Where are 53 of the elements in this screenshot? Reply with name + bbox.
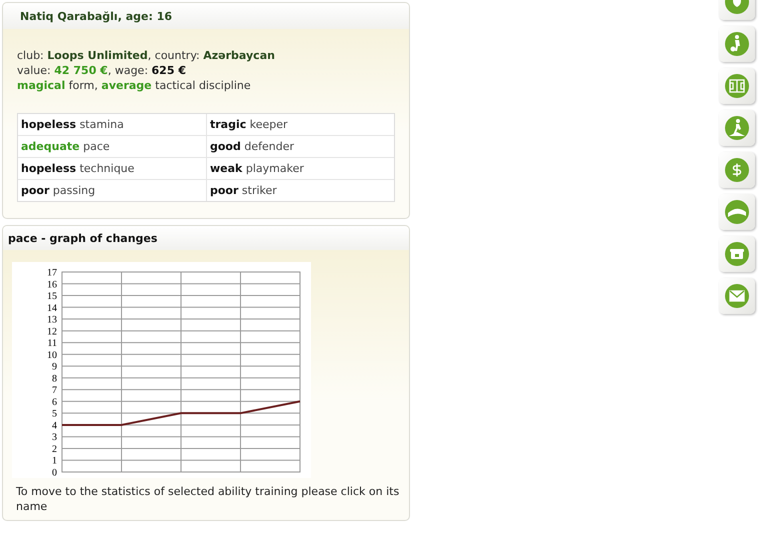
y-tick-label: 17 <box>47 268 57 278</box>
y-tick-label: 15 <box>47 291 57 302</box>
nav-button[interactable] <box>719 278 755 314</box>
player-title: Natiq Qarabağlı, age: 16 <box>3 3 409 29</box>
y-tick-label: 9 <box>52 362 57 373</box>
nav-button[interactable] <box>719 152 755 188</box>
skill-cell-text: poor passing <box>20 183 96 199</box>
value-text: 625 € <box>152 63 186 78</box>
footballer-icon <box>724 31 750 57</box>
y-tick-label: 6 <box>52 396 57 408</box>
nav-button[interactable] <box>719 194 755 230</box>
y-tick-label: 4 <box>52 420 57 432</box>
value-text: 42 750 € <box>54 63 108 78</box>
y-tick-label: 5 <box>52 408 57 420</box>
nav-button[interactable] <box>719 236 755 272</box>
y-tick-label: 1 <box>52 456 57 467</box>
value-text: average <box>101 78 152 93</box>
label-text: , wage: <box>108 63 150 78</box>
skill-cell: tragic keeper <box>206 114 394 136</box>
runner-icon <box>724 115 750 141</box>
y-tick-label: 0 <box>52 468 57 478</box>
value-text: Azərbaycan <box>203 48 275 63</box>
dollar-icon <box>724 157 750 183</box>
graph-title: pace - graph of changes <box>3 226 409 250</box>
skill-cell: poor striker <box>206 180 394 201</box>
label-text: tactical discipline <box>154 78 251 93</box>
skill-cell: hopeless stamina <box>18 114 206 136</box>
label-text: value: <box>17 63 52 78</box>
skill-cell: adequate pace <box>18 136 206 158</box>
y-tick-label: 8 <box>52 373 57 384</box>
label-text: , country: <box>148 48 201 63</box>
y-tick-label: 16 <box>47 279 57 290</box>
y-tick-label: 10 <box>47 350 57 361</box>
nav-button[interactable] <box>719 26 755 62</box>
y-tick-label: 3 <box>52 432 57 444</box>
label-text: club: <box>17 48 45 63</box>
hint-text: To move to the statistics of selected ability training please click on its name <box>15 484 400 514</box>
y-tick-label: 11 <box>47 338 57 350</box>
y-tick-label: 12 <box>47 326 57 338</box>
value-text: magical <box>17 78 66 93</box>
nav-button[interactable] <box>719 110 755 146</box>
skill-cell: weak playmaker <box>206 158 394 180</box>
skill-cell: good defender <box>206 136 394 158</box>
y-tick-label: 14 <box>47 302 57 314</box>
skill-cell: hopeless technique <box>18 158 206 180</box>
y-tick-label: 7 <box>52 385 57 396</box>
y-tick-label: 2 <box>52 444 57 455</box>
label-text: form, <box>68 78 99 93</box>
pitch-icon <box>724 73 750 99</box>
nav-button[interactable] <box>719 68 755 104</box>
envelope-icon <box>724 283 750 309</box>
y-tick-label: 13 <box>47 314 57 326</box>
value-text: Loops Unlimited <box>47 48 148 63</box>
